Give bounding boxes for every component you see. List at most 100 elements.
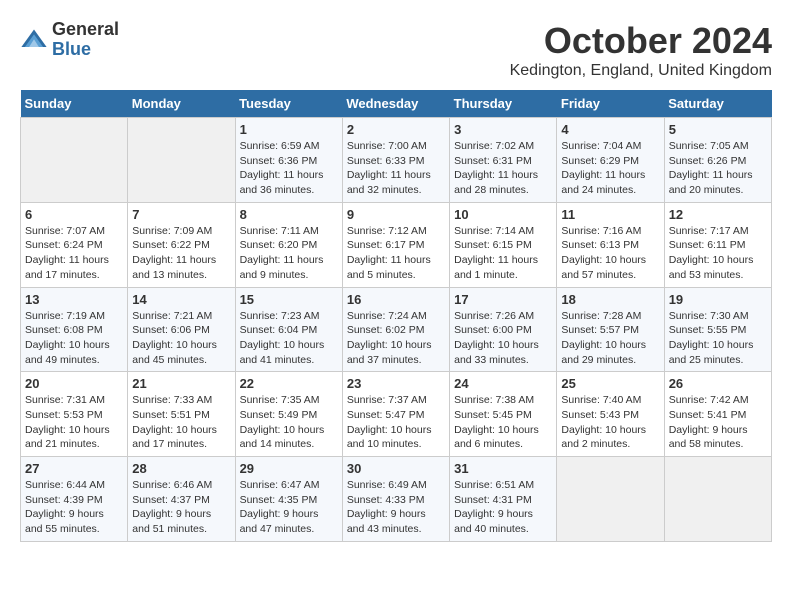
weekday-header: Thursday bbox=[450, 90, 557, 118]
calendar-day-cell: 23 Sunrise: 7:37 AMSunset: 5:47 PMDayligh… bbox=[342, 372, 449, 457]
day-number: 14 bbox=[132, 292, 230, 307]
calendar-day-cell bbox=[664, 457, 771, 542]
day-number: 20 bbox=[25, 376, 123, 391]
weekday-header: Sunday bbox=[21, 90, 128, 118]
calendar-day-cell: 14 Sunrise: 7:21 AMSunset: 6:06 PMDayligh… bbox=[128, 287, 235, 372]
day-number: 7 bbox=[132, 207, 230, 222]
day-number: 18 bbox=[561, 292, 659, 307]
calendar-day-cell: 21 Sunrise: 7:33 AMSunset: 5:51 PMDayligh… bbox=[128, 372, 235, 457]
calendar-day-cell: 30 Sunrise: 6:49 AMSunset: 4:33 PMDayligh… bbox=[342, 457, 449, 542]
day-info: Sunrise: 7:19 AMSunset: 6:08 PMDaylight:… bbox=[25, 309, 123, 368]
day-number: 8 bbox=[240, 207, 338, 222]
weekday-header: Friday bbox=[557, 90, 664, 118]
day-number: 5 bbox=[669, 122, 767, 137]
day-info: Sunrise: 7:09 AMSunset: 6:22 PMDaylight:… bbox=[132, 224, 230, 283]
day-info: Sunrise: 7:02 AMSunset: 6:31 PMDaylight:… bbox=[454, 139, 552, 198]
day-info: Sunrise: 7:37 AMSunset: 5:47 PMDaylight:… bbox=[347, 393, 445, 452]
day-number: 3 bbox=[454, 122, 552, 137]
day-number: 21 bbox=[132, 376, 230, 391]
calendar-day-cell: 5 Sunrise: 7:05 AMSunset: 6:26 PMDaylight… bbox=[664, 118, 771, 203]
day-info: Sunrise: 7:21 AMSunset: 6:06 PMDaylight:… bbox=[132, 309, 230, 368]
day-info: Sunrise: 7:33 AMSunset: 5:51 PMDaylight:… bbox=[132, 393, 230, 452]
day-info: Sunrise: 7:28 AMSunset: 5:57 PMDaylight:… bbox=[561, 309, 659, 368]
day-number: 9 bbox=[347, 207, 445, 222]
day-info: Sunrise: 7:31 AMSunset: 5:53 PMDaylight:… bbox=[25, 393, 123, 452]
day-info: Sunrise: 7:05 AMSunset: 6:26 PMDaylight:… bbox=[669, 139, 767, 198]
month-title: October 2024 bbox=[510, 20, 772, 62]
day-info: Sunrise: 6:46 AMSunset: 4:37 PMDaylight:… bbox=[132, 478, 230, 537]
day-info: Sunrise: 7:14 AMSunset: 6:15 PMDaylight:… bbox=[454, 224, 552, 283]
calendar-day-cell: 6 Sunrise: 7:07 AMSunset: 6:24 PMDaylight… bbox=[21, 202, 128, 287]
weekday-header: Saturday bbox=[664, 90, 771, 118]
day-number: 28 bbox=[132, 461, 230, 476]
day-number: 25 bbox=[561, 376, 659, 391]
day-number: 19 bbox=[669, 292, 767, 307]
calendar-day-cell: 2 Sunrise: 7:00 AMSunset: 6:33 PMDaylight… bbox=[342, 118, 449, 203]
day-info: Sunrise: 7:11 AMSunset: 6:20 PMDaylight:… bbox=[240, 224, 338, 283]
calendar-day-cell: 17 Sunrise: 7:26 AMSunset: 6:00 PMDayligh… bbox=[450, 287, 557, 372]
calendar-day-cell: 1 Sunrise: 6:59 AMSunset: 6:36 PMDaylight… bbox=[235, 118, 342, 203]
calendar-table: SundayMondayTuesdayWednesdayThursdayFrid… bbox=[20, 90, 772, 542]
logo-icon bbox=[20, 26, 48, 54]
day-info: Sunrise: 7:35 AMSunset: 5:49 PMDaylight:… bbox=[240, 393, 338, 452]
day-info: Sunrise: 7:30 AMSunset: 5:55 PMDaylight:… bbox=[669, 309, 767, 368]
logo-text: General Blue bbox=[52, 20, 119, 60]
day-info: Sunrise: 7:17 AMSunset: 6:11 PMDaylight:… bbox=[669, 224, 767, 283]
day-info: Sunrise: 7:26 AMSunset: 6:00 PMDaylight:… bbox=[454, 309, 552, 368]
calendar-week-row: 6 Sunrise: 7:07 AMSunset: 6:24 PMDaylight… bbox=[21, 202, 772, 287]
calendar-day-cell: 27Sunrise: 6:44 AMSunset: 4:39 PMDayligh… bbox=[21, 457, 128, 542]
day-number: 27 bbox=[25, 461, 123, 476]
day-info: Sunrise: 7:16 AMSunset: 6:13 PMDaylight:… bbox=[561, 224, 659, 283]
calendar-day-cell: 3 Sunrise: 7:02 AMSunset: 6:31 PMDaylight… bbox=[450, 118, 557, 203]
title-block: October 2024 Kedington, England, United … bbox=[510, 20, 772, 80]
day-number: 1 bbox=[240, 122, 338, 137]
day-number: 2 bbox=[347, 122, 445, 137]
day-number: 30 bbox=[347, 461, 445, 476]
day-info: Sunrise: 7:12 AMSunset: 6:17 PMDaylight:… bbox=[347, 224, 445, 283]
day-info: Sunrise: 7:24 AMSunset: 6:02 PMDaylight:… bbox=[347, 309, 445, 368]
calendar-day-cell: 12Sunrise: 7:17 AMSunset: 6:11 PMDayligh… bbox=[664, 202, 771, 287]
day-info: Sunrise: 7:40 AMSunset: 5:43 PMDaylight:… bbox=[561, 393, 659, 452]
calendar-day-cell bbox=[21, 118, 128, 203]
calendar-week-row: 1 Sunrise: 6:59 AMSunset: 6:36 PMDaylight… bbox=[21, 118, 772, 203]
day-info: Sunrise: 6:49 AMSunset: 4:33 PMDaylight:… bbox=[347, 478, 445, 537]
calendar-day-cell: 29Sunrise: 6:47 AMSunset: 4:35 PMDayligh… bbox=[235, 457, 342, 542]
weekday-header: Tuesday bbox=[235, 90, 342, 118]
calendar-day-cell: 28 Sunrise: 6:46 AMSunset: 4:37 PMDayligh… bbox=[128, 457, 235, 542]
day-info: Sunrise: 7:04 AMSunset: 6:29 PMDaylight:… bbox=[561, 139, 659, 198]
day-number: 13 bbox=[25, 292, 123, 307]
calendar-day-cell: 9 Sunrise: 7:12 AMSunset: 6:17 PMDaylight… bbox=[342, 202, 449, 287]
calendar-day-cell: 10 Sunrise: 7:14 AMSunset: 6:15 PMDayligh… bbox=[450, 202, 557, 287]
calendar-day-cell: 18 Sunrise: 7:28 AMSunset: 5:57 PMDayligh… bbox=[557, 287, 664, 372]
day-info: Sunrise: 6:51 AMSunset: 4:31 PMDaylight:… bbox=[454, 478, 552, 537]
calendar-day-cell: 7 Sunrise: 7:09 AMSunset: 6:22 PMDaylight… bbox=[128, 202, 235, 287]
day-info: Sunrise: 6:59 AMSunset: 6:36 PMDaylight:… bbox=[240, 139, 338, 198]
day-number: 17 bbox=[454, 292, 552, 307]
calendar-day-cell: 31Sunrise: 6:51 AMSunset: 4:31 PMDayligh… bbox=[450, 457, 557, 542]
calendar-header: SundayMondayTuesdayWednesdayThursdayFrid… bbox=[21, 90, 772, 118]
calendar-day-cell: 15Sunrise: 7:23 AMSunset: 6:04 PMDayligh… bbox=[235, 287, 342, 372]
day-number: 4 bbox=[561, 122, 659, 137]
calendar-day-cell: 11Sunrise: 7:16 AMSunset: 6:13 PMDayligh… bbox=[557, 202, 664, 287]
day-number: 6 bbox=[25, 207, 123, 222]
calendar-day-cell: 4 Sunrise: 7:04 AMSunset: 6:29 PMDaylight… bbox=[557, 118, 664, 203]
day-number: 10 bbox=[454, 207, 552, 222]
location: Kedington, England, United Kingdom bbox=[510, 62, 772, 80]
day-info: Sunrise: 7:07 AMSunset: 6:24 PMDaylight:… bbox=[25, 224, 123, 283]
calendar-day-cell: 20 Sunrise: 7:31 AMSunset: 5:53 PMDayligh… bbox=[21, 372, 128, 457]
page-header: General Blue October 2024 Kedington, Eng… bbox=[20, 20, 772, 80]
day-number: 29 bbox=[240, 461, 338, 476]
logo: General Blue bbox=[20, 20, 119, 60]
calendar-day-cell: 16Sunrise: 7:24 AMSunset: 6:02 PMDayligh… bbox=[342, 287, 449, 372]
day-number: 26 bbox=[669, 376, 767, 391]
day-number: 22 bbox=[240, 376, 338, 391]
day-number: 23 bbox=[347, 376, 445, 391]
calendar-day-cell bbox=[557, 457, 664, 542]
day-info: Sunrise: 7:23 AMSunset: 6:04 PMDaylight:… bbox=[240, 309, 338, 368]
calendar-week-row: 20 Sunrise: 7:31 AMSunset: 5:53 PMDayligh… bbox=[21, 372, 772, 457]
calendar-day-cell: 24Sunrise: 7:38 AMSunset: 5:45 PMDayligh… bbox=[450, 372, 557, 457]
calendar-week-row: 13 Sunrise: 7:19 AMSunset: 6:08 PMDayligh… bbox=[21, 287, 772, 372]
calendar-day-cell: 8 Sunrise: 7:11 AMSunset: 6:20 PMDaylight… bbox=[235, 202, 342, 287]
day-info: Sunrise: 7:00 AMSunset: 6:33 PMDaylight:… bbox=[347, 139, 445, 198]
calendar-day-cell: 25 Sunrise: 7:40 AMSunset: 5:43 PMDayligh… bbox=[557, 372, 664, 457]
